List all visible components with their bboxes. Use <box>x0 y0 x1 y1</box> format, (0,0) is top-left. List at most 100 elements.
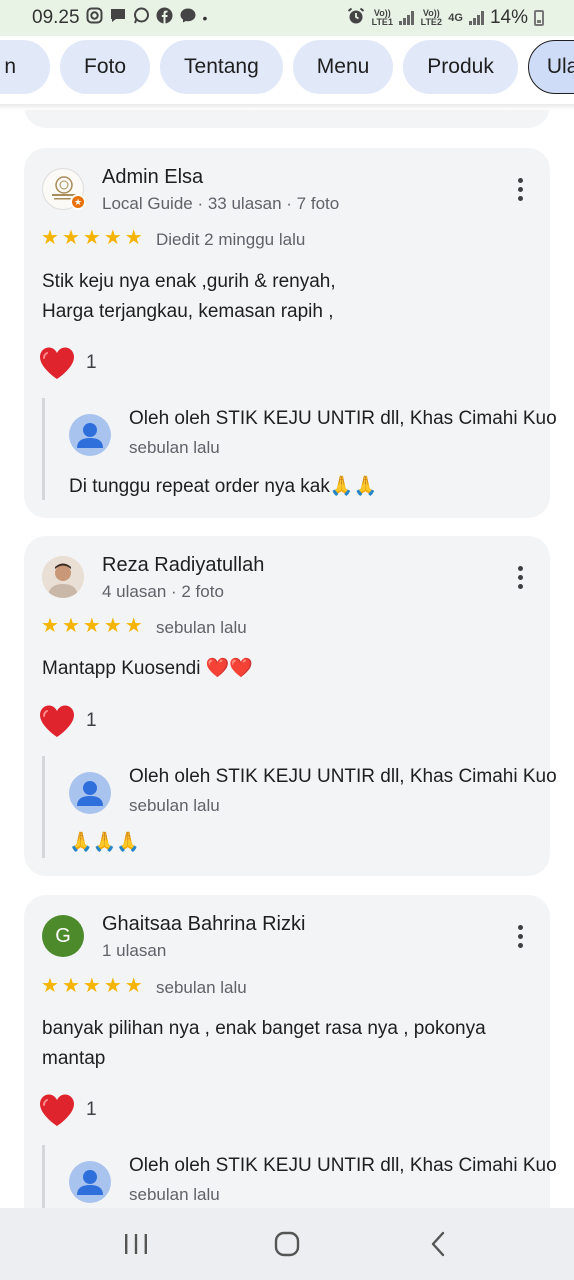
tab-chips: n Foto Tentang Menu Produk Ulasan <box>0 40 574 94</box>
heart-icon <box>40 705 74 737</box>
review-author-meta: 1 ulasan <box>102 941 167 960</box>
battery-percent: 14% <box>489 7 528 28</box>
review-text-line: mantap <box>42 1048 106 1069</box>
owner-name: Oleh oleh STIK KEJU UNTIR dll, Khas Cima… <box>129 408 557 429</box>
recent-apps-icon[interactable] <box>116 1224 156 1264</box>
status-left: 09.25 • <box>32 7 207 29</box>
person-icon <box>77 1170 103 1195</box>
facebook-icon <box>156 7 173 29</box>
reviews-list[interactable]: ★ Admin Elsa Local Guide · 33 ulasan · 7… <box>0 110 574 1208</box>
rating-stars: ★ ★ ★ ★ ★ <box>41 228 143 248</box>
tab-overview[interactable]: n <box>0 40 50 94</box>
heart-icon <box>40 347 74 379</box>
star-icon: ★ <box>103 975 122 997</box>
star-icon: ★ <box>82 975 101 997</box>
star-icon: ★ <box>103 227 122 249</box>
owner-avatar <box>69 772 111 814</box>
review-time: Diedit 2 minggu lalu <box>156 230 306 249</box>
review-text: banyak pilihan nya , enak banget rasa ny… <box>42 1014 530 1074</box>
messenger-icon <box>179 7 197 29</box>
home-icon[interactable] <box>267 1224 307 1264</box>
star-icon: ★ <box>41 227 59 249</box>
person-icon <box>77 781 103 806</box>
instagram-icon <box>86 7 103 29</box>
owner-name: Oleh oleh STIK KEJU UNTIR dll, Khas Cima… <box>129 766 557 787</box>
battery-icon <box>534 10 544 26</box>
like-button[interactable]: 1 <box>38 346 97 380</box>
review-text: Stik keju nya enak ,gurih & renyah, Harg… <box>42 267 522 327</box>
star-icon: ★ <box>61 227 80 249</box>
review-text-line: banyak pilihan nya , enak banget rasa ny… <box>42 1018 486 1039</box>
whatsapp-icon <box>133 7 150 29</box>
review-text-line: Harga terjangkau, kemasan rapih , <box>42 301 334 322</box>
status-bar: 09.25 • Vo)) LTE1 Vo)) LTE2 4G 14% <box>0 0 574 36</box>
owner-name: Oleh oleh STIK KEJU UNTIR dll, Khas Cima… <box>129 1155 557 1176</box>
tab-foto[interactable]: Foto <box>60 40 151 94</box>
heart-icon <box>40 1094 74 1126</box>
rating-stars: ★ ★ ★ ★ ★ <box>41 616 143 636</box>
owner-reply-time: sebulan lalu <box>129 1185 220 1204</box>
star-icon: ★ <box>103 615 122 637</box>
owner-reply: Oleh oleh STIK KEJU UNTIR dll, Khas Cima… <box>42 1145 574 1208</box>
owner-reply-text: 🙏🙏🙏 <box>69 832 140 853</box>
star-icon: ★ <box>82 615 101 637</box>
review-author[interactable]: Ghaitsaa Bahrina Rizki <box>102 913 305 936</box>
review-text-line: Mantapp Kuosendi ❤️❤️ <box>42 658 254 679</box>
chat-icon <box>109 7 127 29</box>
review-author[interactable]: Reza Radiyatullah <box>102 554 264 577</box>
avatar[interactable] <box>42 556 84 598</box>
system-nav-bar <box>0 1208 574 1280</box>
tab-ulasan[interactable]: Ulasan <box>527 40 574 94</box>
alarm-icon <box>347 7 365 30</box>
review-text-line: Stik keju nya enak ,gurih & renyah, <box>42 271 336 292</box>
rating-stars: ★ ★ ★ ★ ★ <box>41 976 143 996</box>
star-icon: ★ <box>41 615 59 637</box>
star-icon: ★ <box>82 227 101 249</box>
star-icon: ★ <box>124 975 143 997</box>
star-icon: ★ <box>61 975 80 997</box>
review-card: Reza Radiyatullah 4 ulasan · 2 foto ★ ★ ★ ★… <box>24 536 557 876</box>
tab-produk[interactable]: Produk <box>403 40 518 94</box>
star-icon: ★ <box>124 615 143 637</box>
back-icon[interactable] <box>418 1224 458 1264</box>
status-dot: • <box>202 10 208 26</box>
star-icon: ★ <box>61 615 80 637</box>
tab-bar: n Foto Tentang Menu Produk Ulasan <box>0 36 574 110</box>
star-icon: ★ <box>41 975 59 997</box>
owner-reply-time: sebulan lalu <box>129 796 220 815</box>
owner-reply: Oleh oleh STIK KEJU UNTIR dll, Khas Cima… <box>42 398 574 500</box>
star-icon: ★ <box>124 227 143 249</box>
lte1-label: Vo)) LTE1 <box>371 8 393 27</box>
like-button[interactable]: 1 <box>38 704 97 738</box>
like-count: 1 <box>86 352 97 373</box>
owner-reply: Oleh oleh STIK KEJU UNTIR dll, Khas Cima… <box>42 756 574 858</box>
status-time: 09.25 <box>32 7 80 28</box>
owner-avatar <box>69 414 111 456</box>
tab-tentang[interactable]: Tentang <box>160 40 283 94</box>
previous-review-card <box>24 110 550 128</box>
person-icon <box>77 423 103 448</box>
local-guide-badge-icon: ★ <box>70 194 86 210</box>
review-author-meta: 4 ulasan · 2 foto <box>102 582 224 601</box>
more-vert-icon[interactable] <box>516 925 524 948</box>
review-card: G Ghaitsaa Bahrina Rizki 1 ulasan ★ ★ ★ ★ ★ … <box>24 895 557 1208</box>
review-author[interactable]: Admin Elsa <box>102 166 203 189</box>
more-vert-icon[interactable] <box>516 566 524 589</box>
review-author-meta: Local Guide · 33 ulasan · 7 foto <box>102 194 340 213</box>
review-card: ★ Admin Elsa Local Guide · 33 ulasan · 7… <box>24 148 557 518</box>
owner-reply-text: Di tunggu repeat order nya kak🙏🙏 <box>69 476 378 497</box>
like-button[interactable]: 1 <box>38 1093 97 1127</box>
more-vert-icon[interactable] <box>516 178 524 201</box>
lte2-label: Vo)) LTE2 <box>420 8 442 27</box>
status-right: Vo)) LTE1 Vo)) LTE2 4G 14% <box>347 7 544 30</box>
like-count: 1 <box>86 1099 97 1120</box>
like-count: 1 <box>86 710 97 731</box>
review-time: sebulan lalu <box>156 618 247 637</box>
signal-2-icon <box>468 11 484 25</box>
avatar[interactable]: G <box>42 915 84 957</box>
review-text: Mantapp Kuosendi ❤️❤️ <box>42 654 522 684</box>
owner-reply-time: sebulan lalu <box>129 438 220 457</box>
signal-1-icon <box>399 11 415 25</box>
review-time: sebulan lalu <box>156 978 247 997</box>
tab-menu[interactable]: Menu <box>292 40 394 94</box>
